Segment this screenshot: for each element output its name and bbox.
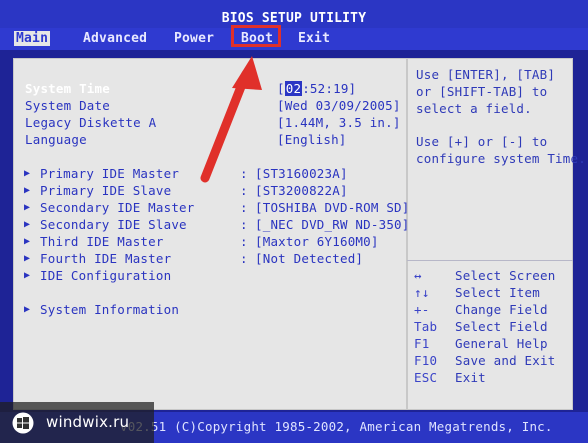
submenu-arrow-icon: ▶ [24,202,31,213]
submenu-arrow-icon: ▶ [24,236,31,247]
key-f1: F1 [414,336,430,351]
separator: : [240,200,248,215]
key-desc: Change Field [455,302,548,317]
key-desc: Select Field [455,319,548,334]
key-desc: Select Screen [455,268,556,283]
separator: : [240,217,248,232]
system-time-hour[interactable]: 02 [284,81,303,96]
key-arrows-lr: ↔ [414,268,422,283]
help-line-2: or [SHIFT-TAB] to [416,84,548,99]
key-desc: General Help [455,336,548,351]
bios-title: BIOS SETUP UTILITY [221,11,367,26]
watermark-text: windwix.ru [46,413,130,431]
secondary-ide-slave[interactable]: Secondary IDE Slave [40,217,187,232]
help-line-1: Use [ENTER], [TAB] [416,67,556,82]
submenu-arrow-icon: ▶ [24,253,31,264]
primary-ide-slave-value: [ST3200822A] [255,183,348,198]
submenu-arrow-icon: ▶ [24,168,31,179]
key-f10: F10 [414,353,438,368]
help-line-4: Use [+] or [-] to [416,134,548,149]
submenu-arrow-icon: ▶ [24,304,31,315]
system-information[interactable]: System Information [40,302,179,317]
menu-main[interactable]: Main [14,31,51,46]
system-date-value[interactable]: [Wed 03/09/2005] [277,98,401,113]
windows-logo-icon [12,412,34,434]
secondary-ide-master-value: [TOSHIBA DVD-ROM SD] [255,200,410,215]
key-desc: Save and Exit [455,353,556,368]
fourth-ide-master-value: [Not Detected] [255,251,364,266]
system-date-label[interactable]: System Date [25,98,110,113]
ide-configuration[interactable]: IDE Configuration [40,268,171,283]
language-label[interactable]: Language [25,132,87,147]
separator: : [240,183,248,198]
fourth-ide-master[interactable]: Fourth IDE Master [40,251,171,266]
key-esc: ESC [414,370,438,385]
help-line-5: configure system Time. [416,151,586,166]
separator: : [240,234,248,249]
submenu-arrow-icon: ▶ [24,185,31,196]
primary-ide-master[interactable]: Primary IDE Master [40,166,179,181]
boot-highlight-box [231,25,281,47]
secondary-ide-master[interactable]: Secondary IDE Master [40,200,195,215]
legacy-diskette-label[interactable]: Legacy Diskette A [25,115,156,130]
key-tab: Tab [414,319,438,334]
secondary-ide-slave-value: [_NEC DVD_RW ND-350] [255,217,410,232]
bios-screen: BIOS SETUP UTILITY Main Advanced Power B… [0,0,588,443]
system-time-label[interactable]: System Time [25,81,110,96]
help-divider [407,260,573,261]
submenu-arrow-icon: ▶ [24,219,31,230]
primary-ide-slave[interactable]: Primary IDE Slave [40,183,171,198]
legacy-diskette-value[interactable]: [1.44M, 3.5 in.] [277,115,401,130]
key-plus-minus: +- [414,302,430,317]
help-line-3: select a field. [416,101,532,116]
primary-ide-master-value: [ST3160023A] [255,166,348,181]
separator: : [240,251,248,266]
key-arrows-ud: ↑↓ [414,285,430,300]
separator: : [240,166,248,181]
third-ide-master[interactable]: Third IDE Master [40,234,164,249]
key-desc: Exit [455,370,486,385]
language-value[interactable]: [English] [277,132,347,147]
menu-advanced[interactable]: Advanced [83,31,147,46]
submenu-arrow-icon: ▶ [24,270,31,281]
key-desc: Select Item [455,285,540,300]
copyright-text: v02.51 (C)Copyright 1985-2002, American … [120,419,553,434]
menu-exit[interactable]: Exit [298,31,330,46]
system-time-value[interactable]: [02:52:19] [277,81,356,96]
menu-power[interactable]: Power [174,31,214,46]
third-ide-master-value: [Maxtor 6Y160M0] [255,234,379,249]
